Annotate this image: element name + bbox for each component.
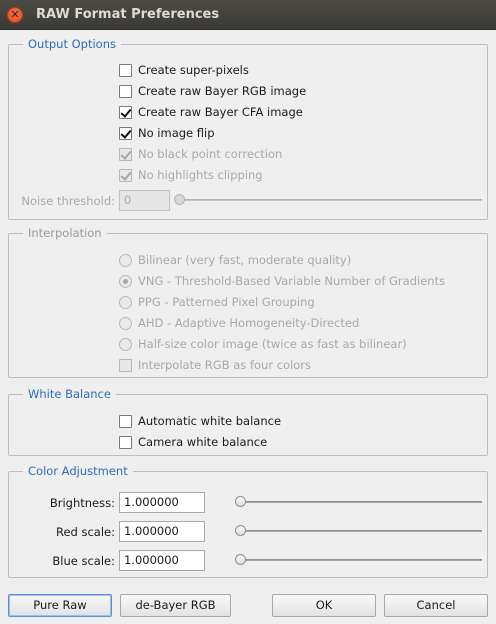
ahd-radio xyxy=(119,316,132,330)
camera-white-balance-label: Camera white balance xyxy=(138,435,268,449)
red-scale-input[interactable]: 1.000000 xyxy=(119,521,205,542)
color-adjustment-legend: Color Adjustment xyxy=(23,464,133,478)
brightness-input[interactable]: 1.000000 xyxy=(119,492,205,513)
noise-threshold-slider-track xyxy=(177,199,482,201)
four-colors-checkbox-row: Interpolate RGB as four colors xyxy=(119,356,311,374)
four-colors-checkbox xyxy=(119,358,132,372)
half-size-radio xyxy=(119,337,132,351)
auto-white-balance-checkbox[interactable] xyxy=(119,414,132,428)
color-adjustment-group: Color Adjustment Brightness: 1.000000 Re… xyxy=(8,464,488,578)
auto-white-balance-label: Automatic white balance xyxy=(138,414,282,428)
noise-threshold-label: Noise threshold: xyxy=(21,194,115,208)
interpolation-group: Interpolation Bilinear (very fast, moder… xyxy=(8,226,488,378)
raw-bayer-cfa-label: Create raw Bayer CFA image xyxy=(138,105,303,119)
ahd-radio-row: AHD - Adaptive Homogeneity-Directed xyxy=(119,314,359,332)
super-pixels-checkbox-row[interactable]: Create super-pixels xyxy=(119,61,249,79)
debayer-rgb-button[interactable]: de-Bayer RGB xyxy=(120,594,231,617)
no-image-flip-checkbox-row[interactable]: No image flip xyxy=(119,124,215,142)
vng-radio xyxy=(119,274,132,288)
window-title: RAW Format Preferences xyxy=(36,7,220,22)
ahd-label: AHD - Adaptive Homogeneity-Directed xyxy=(138,316,360,330)
noise-threshold-slider-thumb xyxy=(174,194,185,205)
ok-button[interactable]: OK xyxy=(272,594,376,617)
red-scale-slider-thumb[interactable] xyxy=(235,525,246,536)
ppg-radio xyxy=(119,295,132,309)
blue-scale-slider-thumb[interactable] xyxy=(235,554,246,565)
super-pixels-checkbox[interactable] xyxy=(119,63,132,77)
raw-bayer-rgb-label: Create raw Bayer RGB image xyxy=(138,84,307,98)
bilinear-radio xyxy=(119,253,132,267)
super-pixels-label: Create super-pixels xyxy=(138,63,249,77)
camera-white-balance-checkbox[interactable] xyxy=(119,435,132,449)
vng-radio-row: VNG - Threshold-Based Variable Number of… xyxy=(119,272,445,290)
noise-threshold-input: 0 xyxy=(119,190,170,211)
auto-white-balance-checkbox-row[interactable]: Automatic white balance xyxy=(119,412,281,430)
no-black-point-label: No black point correction xyxy=(138,147,283,161)
brightness-slider-track[interactable] xyxy=(237,501,482,503)
raw-bayer-cfa-checkbox[interactable] xyxy=(119,105,132,119)
bilinear-label: Bilinear (very fast, moderate quality) xyxy=(138,253,352,267)
no-highlights-clipping-checkbox xyxy=(119,168,132,182)
white-balance-group: White Balance Automatic white balance Ca… xyxy=(8,387,488,456)
vng-label: VNG - Threshold-Based Variable Number of… xyxy=(138,274,446,288)
pure-raw-button[interactable]: Pure Raw xyxy=(8,594,112,617)
output-options-legend: Output Options xyxy=(23,37,121,51)
bilinear-radio-row: Bilinear (very fast, moderate quality) xyxy=(119,251,351,269)
no-black-point-checkbox-row: No black point correction xyxy=(119,145,282,163)
brightness-slider-thumb[interactable] xyxy=(235,496,246,507)
no-highlights-clipping-label: No highlights clipping xyxy=(138,168,263,182)
raw-bayer-rgb-checkbox[interactable] xyxy=(119,84,132,98)
half-size-label: Half-size color image (twice as fast as … xyxy=(138,337,407,351)
interpolation-legend: Interpolation xyxy=(23,226,107,240)
white-balance-legend: White Balance xyxy=(23,387,116,401)
raw-bayer-cfa-checkbox-row[interactable]: Create raw Bayer CFA image xyxy=(119,103,303,121)
brightness-label: Brightness: xyxy=(49,496,115,510)
no-highlights-clipping-checkbox-row: No highlights clipping xyxy=(119,166,263,184)
red-scale-slider-track[interactable] xyxy=(237,530,482,532)
title-bar: ✕ RAW Format Preferences xyxy=(0,0,496,30)
close-icon[interactable]: ✕ xyxy=(7,7,23,23)
no-black-point-checkbox xyxy=(119,147,132,161)
output-options-group: Output Options Create super-pixels Creat… xyxy=(8,37,488,220)
cancel-button[interactable]: Cancel xyxy=(384,594,488,617)
red-scale-label: Red scale: xyxy=(55,525,115,539)
ppg-label: PPG - Patterned Pixel Grouping xyxy=(138,295,315,309)
blue-scale-label: Blue scale: xyxy=(52,554,115,568)
no-image-flip-checkbox[interactable] xyxy=(119,126,132,140)
raw-bayer-rgb-checkbox-row[interactable]: Create raw Bayer RGB image xyxy=(119,82,306,100)
blue-scale-slider-track[interactable] xyxy=(237,559,482,561)
blue-scale-input[interactable]: 1.000000 xyxy=(119,550,205,571)
no-image-flip-label: No image flip xyxy=(138,126,215,140)
camera-white-balance-checkbox-row[interactable]: Camera white balance xyxy=(119,433,267,451)
half-size-radio-row: Half-size color image (twice as fast as … xyxy=(119,335,407,353)
ppg-radio-row: PPG - Patterned Pixel Grouping xyxy=(119,293,315,311)
four-colors-label: Interpolate RGB as four colors xyxy=(138,358,312,372)
